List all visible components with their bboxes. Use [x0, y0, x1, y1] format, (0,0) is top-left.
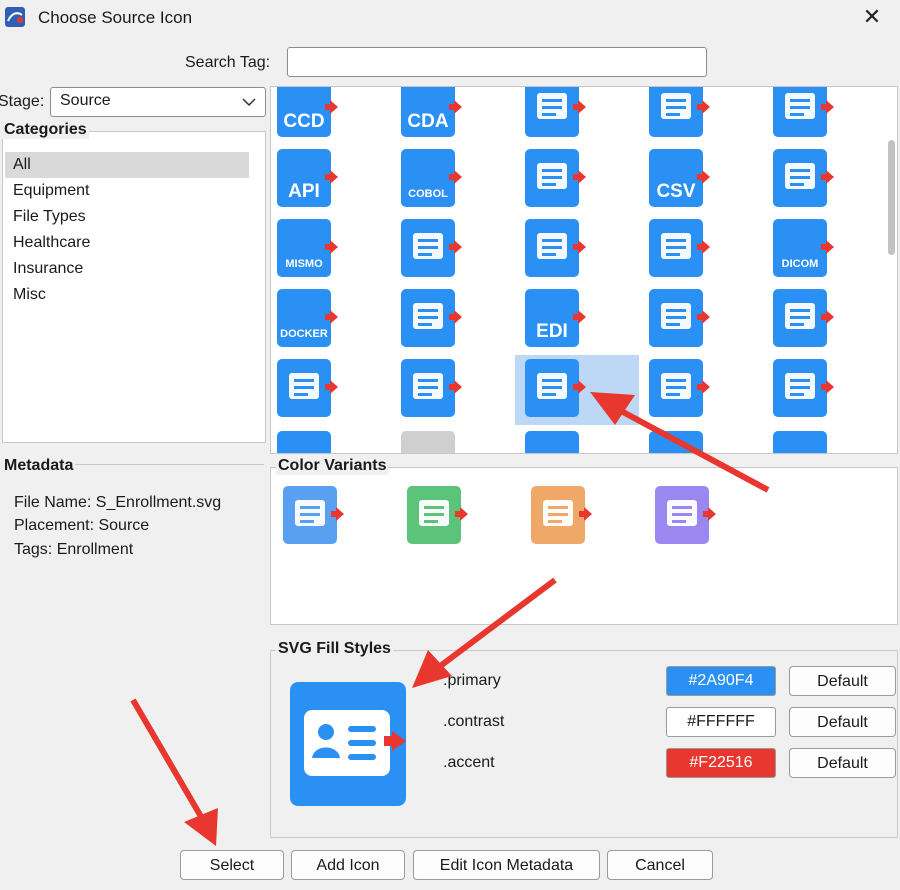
- category-item[interactable]: All: [5, 152, 249, 178]
- fill-style-color-value[interactable]: #FFFFFF: [666, 707, 776, 737]
- medical-laptop-icon[interactable]: [647, 287, 711, 351]
- enrollment-preview-icon: [290, 682, 406, 806]
- fill-style-name: .primary: [443, 672, 501, 689]
- ccd-icon[interactable]: CCD: [275, 87, 339, 141]
- svg-text:CSV: CSV: [656, 181, 695, 202]
- color-variant-icon[interactable]: [653, 484, 717, 553]
- factory-icon[interactable]: [771, 357, 835, 421]
- fill-style-name: .contrast: [443, 713, 505, 730]
- fill-style-default-button[interactable]: Default: [789, 707, 896, 737]
- shopping-cart-document-icon[interactable]: [399, 287, 463, 351]
- mismo-icon[interactable]: MISMO: [275, 217, 339, 281]
- hospital-icon[interactable]: [647, 87, 711, 141]
- server-rack-icon[interactable]: [523, 217, 587, 281]
- csv-icon[interactable]: CSV: [647, 147, 711, 211]
- edi-icon[interactable]: EDI: [523, 287, 587, 351]
- id-card-shield-icon[interactable]: [771, 287, 835, 351]
- svg-text:API: API: [288, 181, 320, 202]
- svg-text:COBOL: COBOL: [408, 188, 448, 200]
- fill-style-default-button[interactable]: Default: [789, 666, 896, 696]
- cda-icon[interactable]: CDA: [399, 87, 463, 141]
- svg-text:DICOM: DICOM: [782, 258, 819, 270]
- icon-tile-partial[interactable]: [399, 429, 457, 453]
- close-icon[interactable]: ✕: [860, 4, 884, 30]
- dicom-icon[interactable]: DICOM: [771, 217, 835, 281]
- medical-equipment-icon[interactable]: [647, 217, 711, 281]
- building-shield-icon[interactable]: [399, 357, 463, 421]
- add-icon-button[interactable]: Add Icon: [291, 850, 405, 880]
- edit-icon-metadata-button[interactable]: Edit Icon Metadata: [413, 850, 600, 880]
- svg-text:CDA: CDA: [407, 111, 448, 132]
- people-network-icon[interactable]: [523, 147, 587, 211]
- icon-tile-partial[interactable]: [523, 429, 581, 453]
- metadata-tags: Tags: Enrollment: [14, 541, 134, 558]
- fill-style-default-button[interactable]: Default: [789, 748, 896, 778]
- svg-text:CCD: CCD: [283, 111, 324, 132]
- svg-text:DOCKER: DOCKER: [280, 328, 328, 340]
- icon-tile-partial[interactable]: [275, 429, 333, 453]
- icon-grid: CCD CDA API COBOL CSV MISMO DICOM DOCKER EDI: [270, 86, 898, 454]
- category-item[interactable]: Misc: [5, 282, 249, 308]
- gear-device-icon[interactable]: [647, 357, 711, 421]
- fill-style-color-value[interactable]: #2A90F4: [666, 666, 776, 696]
- flowchart-document-icon[interactable]: [523, 87, 587, 141]
- cloud-network-icon[interactable]: [771, 87, 835, 141]
- stage-value: Source: [60, 92, 111, 109]
- fill-style-color-value[interactable]: #F22516: [666, 748, 776, 778]
- window-title: Choose Source Icon: [38, 8, 193, 27]
- categories-panel: All Equipment File Types Healthcare Insuranc…: [2, 131, 266, 443]
- svg-fill-styles-title: SVG Fill Styles: [276, 640, 393, 658]
- enrollment-icon[interactable]: [523, 357, 587, 421]
- color-variants-title: Color Variants: [276, 457, 389, 475]
- fill-style-name: .accent: [443, 754, 495, 771]
- category-item[interactable]: Healthcare: [5, 230, 249, 256]
- warehouse-database-icon[interactable]: [399, 217, 463, 281]
- icon-grid-scrollbar[interactable]: [888, 140, 895, 255]
- color-variants-panel: [270, 467, 898, 625]
- color-variant-icon[interactable]: [405, 484, 469, 553]
- metadata-placement: Placement: Source: [14, 517, 150, 534]
- color-variant-icon[interactable]: [281, 484, 345, 553]
- categories-title: Categories: [2, 121, 89, 139]
- cobol-icon[interactable]: COBOL: [399, 147, 463, 211]
- category-item[interactable]: Equipment: [5, 178, 249, 204]
- api-cloud-icon[interactable]: API: [275, 147, 339, 211]
- svg-text:MISMO: MISMO: [285, 258, 323, 270]
- search-tag-input[interactable]: [287, 47, 707, 77]
- icon-tile-partial[interactable]: [647, 429, 705, 453]
- search-tag-label: Search Tag:: [185, 54, 271, 71]
- icon-tile-partial[interactable]: [771, 429, 829, 453]
- docker-icon[interactable]: DOCKER: [275, 287, 339, 351]
- svg-text:EDI: EDI: [536, 321, 568, 342]
- app-logo-icon: [5, 7, 25, 27]
- metadata-title: Metadata: [2, 457, 76, 475]
- stage-dropdown[interactable]: Source: [50, 87, 266, 117]
- select-button[interactable]: Select: [180, 850, 284, 880]
- category-item[interactable]: File Types: [5, 204, 249, 230]
- color-variant-icon[interactable]: [529, 484, 593, 553]
- category-item[interactable]: Insurance: [5, 256, 249, 282]
- database-cloud-icon[interactable]: [771, 147, 835, 211]
- chevron-down-icon: [242, 98, 256, 107]
- metadata-file-name: File Name: S_Enrollment.svg: [14, 494, 222, 511]
- cancel-button[interactable]: Cancel: [607, 850, 713, 880]
- id-card-icon[interactable]: [275, 357, 339, 421]
- stage-label: Stage:: [0, 93, 45, 110]
